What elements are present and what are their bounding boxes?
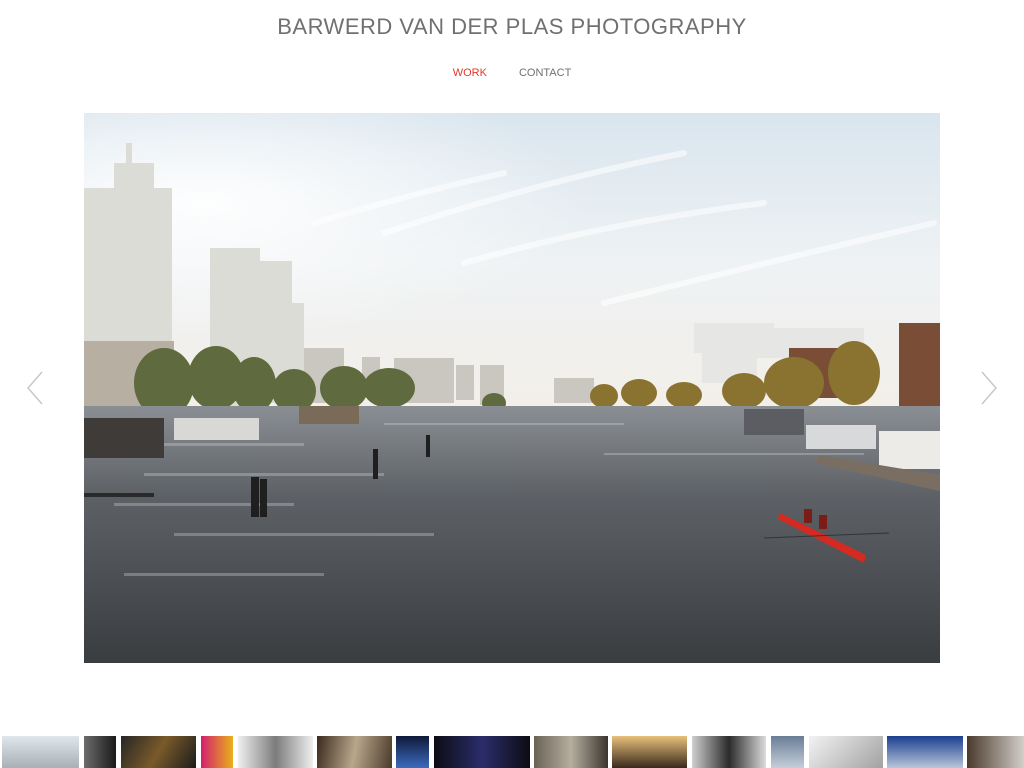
- nav-contact-link[interactable]: CONTACT: [519, 67, 571, 79]
- thumbnail[interactable]: [396, 736, 429, 768]
- amsterdam-river-image: [84, 113, 940, 663]
- thumbnail[interactable]: [2, 736, 79, 768]
- nav-work-link[interactable]: WORK: [453, 67, 487, 79]
- thumbnail[interactable]: [121, 736, 196, 768]
- chevron-right-icon: [981, 371, 997, 405]
- thumbnail[interactable]: [534, 736, 608, 768]
- thumbnail[interactable]: [434, 736, 530, 768]
- thumbnail[interactable]: [84, 736, 116, 768]
- main-nav: WORK CONTACT: [0, 67, 1024, 79]
- thumbnail-strip: [0, 736, 1024, 768]
- hero-photo[interactable]: [84, 113, 940, 663]
- thumbnail[interactable]: [201, 736, 233, 768]
- chevron-left-icon: [27, 371, 43, 405]
- previous-image-button[interactable]: [24, 370, 48, 406]
- thumbnail[interactable]: [238, 736, 313, 768]
- thumbnail[interactable]: [692, 736, 766, 768]
- thumbnail[interactable]: [809, 736, 883, 768]
- thumbnail[interactable]: [771, 736, 804, 768]
- thumbnail[interactable]: [887, 736, 963, 768]
- thumbnail[interactable]: [317, 736, 392, 768]
- site-title[interactable]: BARWERD VAN DER PLAS PHOTOGRAPHY: [0, 14, 1024, 40]
- thumbnail[interactable]: [612, 736, 687, 768]
- thumbnail[interactable]: [967, 736, 1024, 768]
- next-image-button[interactable]: [976, 370, 1000, 406]
